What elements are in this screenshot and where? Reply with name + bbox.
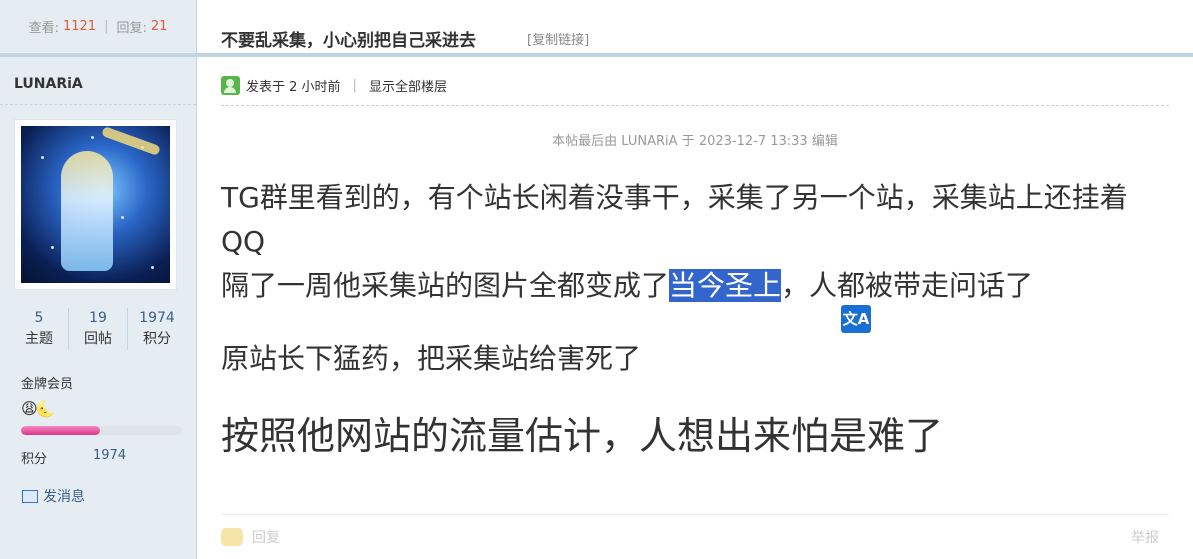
reply-button[interactable]: 回复	[221, 527, 280, 547]
author-stats: 5 主题 19 回帖 1974 积分	[0, 308, 196, 350]
thread-stats: 查看: 1121 | 回复: 21	[0, 0, 196, 57]
post-footer-divider	[221, 514, 1169, 515]
stat-threads-label: 主题	[25, 331, 53, 347]
replies-label: 回复:	[116, 21, 147, 36]
stat-posts-label: 回帖	[84, 331, 112, 347]
user-online-icon	[221, 76, 240, 95]
stat-points-value: 1974	[139, 310, 175, 326]
translate-icon[interactable]: 文A	[841, 305, 871, 333]
post-line-1: TG群里看到的，有个站长闲着没事干，采集了另一个站，采集站上还挂着QQ	[221, 181, 1128, 258]
points-value: 1974	[93, 448, 127, 463]
post-line-2-after: ，人都被带走问话了	[781, 269, 1034, 302]
stat-threads[interactable]: 5 主题	[10, 308, 68, 350]
post-line-2-before: 隔了一周他采集站的图片全都变成了	[221, 269, 670, 302]
views-label: 查看:	[28, 21, 59, 36]
post-line-4: 按照他网站的流量估计，人想出来怕是难了	[221, 414, 944, 458]
author-username[interactable]: LUNARiA	[14, 76, 83, 92]
rank-progress-fill	[21, 426, 100, 435]
report-button[interactable]: 举报	[1131, 527, 1159, 547]
envelope-icon	[22, 489, 38, 503]
stats-separator: |	[104, 19, 109, 34]
rank-name: 金牌会员	[21, 377, 74, 392]
reply-label: 回复	[252, 530, 280, 546]
stat-points-label: 积分	[143, 331, 171, 347]
meta-separator: |	[352, 78, 357, 93]
author-sidebar: 查看: 1121 | 回复: 21 LUNARiA 5 主题 19 回帖 197…	[0, 0, 197, 559]
stat-posts-value: 19	[89, 310, 107, 326]
send-message-label: 发消息	[43, 489, 85, 505]
replies-count: 21	[150, 19, 168, 34]
avatar-image	[21, 126, 170, 283]
points-label: 积分	[21, 452, 48, 467]
stat-threads-value: 5	[34, 310, 44, 326]
post-content: TG群里看到的，有个站长闲着没事干，采集了另一个站，采集站上还挂着QQ 隔了一周…	[221, 176, 1171, 458]
reply-bubble-icon	[221, 528, 243, 546]
meta-divider	[221, 105, 1169, 106]
views-count: 1121	[62, 19, 97, 34]
stat-posts[interactable]: 19 回帖	[68, 308, 128, 350]
selected-text[interactable]: 当今圣上	[669, 269, 782, 302]
edited-note: 本帖最后由 LUNARiA 于 2023-12-7 13:33 编辑	[552, 134, 838, 149]
sidebar-divider	[0, 104, 196, 105]
avatar[interactable]	[14, 119, 177, 290]
thread-title-bar: 不要乱采集，小心别把自己采进去 [复制链接]	[197, 0, 1193, 57]
rank-progress-bar	[21, 426, 182, 435]
post-line-3: 原站长下猛药，把采集站给害死了	[221, 342, 642, 375]
rank-moon-icon: 😩🌜	[21, 399, 56, 418]
copy-link-button[interactable]: [复制链接]	[527, 29, 589, 48]
show-all-floors-link[interactable]: 显示全部楼层	[369, 76, 447, 95]
posted-time: 发表于 2 小时前	[246, 80, 341, 95]
thread-title[interactable]: 不要乱采集，小心别把自己采进去	[221, 26, 476, 51]
points-row: 积分 1974	[21, 448, 126, 467]
post-meta: 发表于 2 小时前 | 显示全部楼层	[221, 76, 447, 95]
post-line-2: 隔了一周他采集站的图片全都变成了当今圣上，人都被带走问话了	[221, 264, 1171, 308]
send-message-link[interactable]: 发消息	[22, 486, 85, 506]
stat-points[interactable]: 1974 积分	[128, 308, 186, 350]
